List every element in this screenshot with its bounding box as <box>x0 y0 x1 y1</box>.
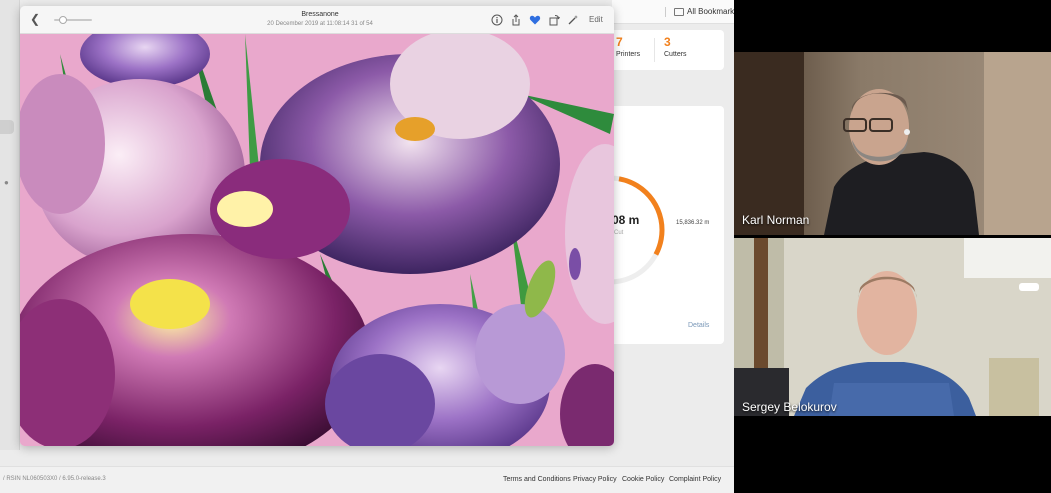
back-chevron-icon[interactable]: ❮ <box>30 13 40 25</box>
complaint-link[interactable]: Complaint Policy <box>669 476 721 483</box>
cookie-link[interactable]: Cookie Policy <box>622 476 664 483</box>
rotate-icon[interactable] <box>548 14 560 26</box>
usage-card: 08 m Cut 15,836.32 m Details <box>600 106 724 344</box>
zoom-slider-knob[interactable] <box>59 16 67 24</box>
printers-label[interactable]: Printers <box>616 51 640 58</box>
viewer-toolbar: ❮ Bressanone 20 December 2019 at 11:08:1… <box>20 6 614 34</box>
photo-title: Bressanone <box>301 11 339 18</box>
info-icon[interactable] <box>491 14 503 26</box>
device-stats-card: 7 Printers 3 Cutters <box>600 30 724 70</box>
stats-divider <box>654 38 655 62</box>
folder-icon <box>674 8 684 16</box>
bookmarks-separator <box>665 7 666 17</box>
lock-icon: ● <box>4 178 9 187</box>
shared-screen: ● All Bookmarks 7 Printers 3 Cutters 08 … <box>0 0 734 493</box>
share-icon[interactable] <box>510 14 522 26</box>
terms-link[interactable]: Terms and Conditions <box>503 476 571 483</box>
participant-tile[interactable]: Sergey Belokurov <box>734 238 1051 416</box>
edit-button[interactable]: Edit <box>589 15 603 24</box>
printers-count: 7 <box>616 35 623 49</box>
privacy-link[interactable]: Privacy Policy <box>573 476 617 483</box>
magic-wand-icon[interactable] <box>567 14 579 26</box>
details-link[interactable]: Details <box>688 322 709 329</box>
zoom-slider[interactable] <box>54 16 92 24</box>
cutters-count: 3 <box>664 35 671 49</box>
version-text: / RSIN NL060503X0 / 6.95.0-release.3 <box>3 476 106 482</box>
bookmarks-bar: All Bookmarks <box>612 0 734 24</box>
video-call-window: ● All Bookmarks 7 Printers 3 Cutters 08 … <box>0 0 1051 493</box>
gauge-value: 08 m <box>612 213 640 227</box>
cutters-label[interactable]: Cutters <box>664 51 687 58</box>
heart-icon[interactable] <box>529 14 541 26</box>
iris-flower-photo <box>20 34 614 446</box>
browser-sidebar: ● <box>0 0 20 450</box>
photo-date-and-position: 20 December 2019 at 11:08:14 31 of 54 <box>267 21 373 27</box>
participant-video <box>734 52 1051 235</box>
participant-name: Sergey Belokurov <box>742 400 837 414</box>
photo-viewer-window: ❮ Bressanone 20 December 2019 at 11:08:1… <box>20 6 614 446</box>
participant-name: Karl Norman <box>742 213 810 227</box>
all-bookmarks-link[interactable]: All Bookmarks <box>687 7 734 16</box>
participant-tile[interactable]: Karl Norman <box>734 52 1051 235</box>
sidebar-toggle-tab[interactable] <box>0 120 14 134</box>
page-footer: / RSIN NL060503X0 / 6.95.0-release.3 Ter… <box>0 466 734 493</box>
gauge-sublabel: Cut <box>614 230 624 236</box>
participant-video <box>734 238 1051 416</box>
gauge-total: 15,836.32 m <box>676 220 710 226</box>
